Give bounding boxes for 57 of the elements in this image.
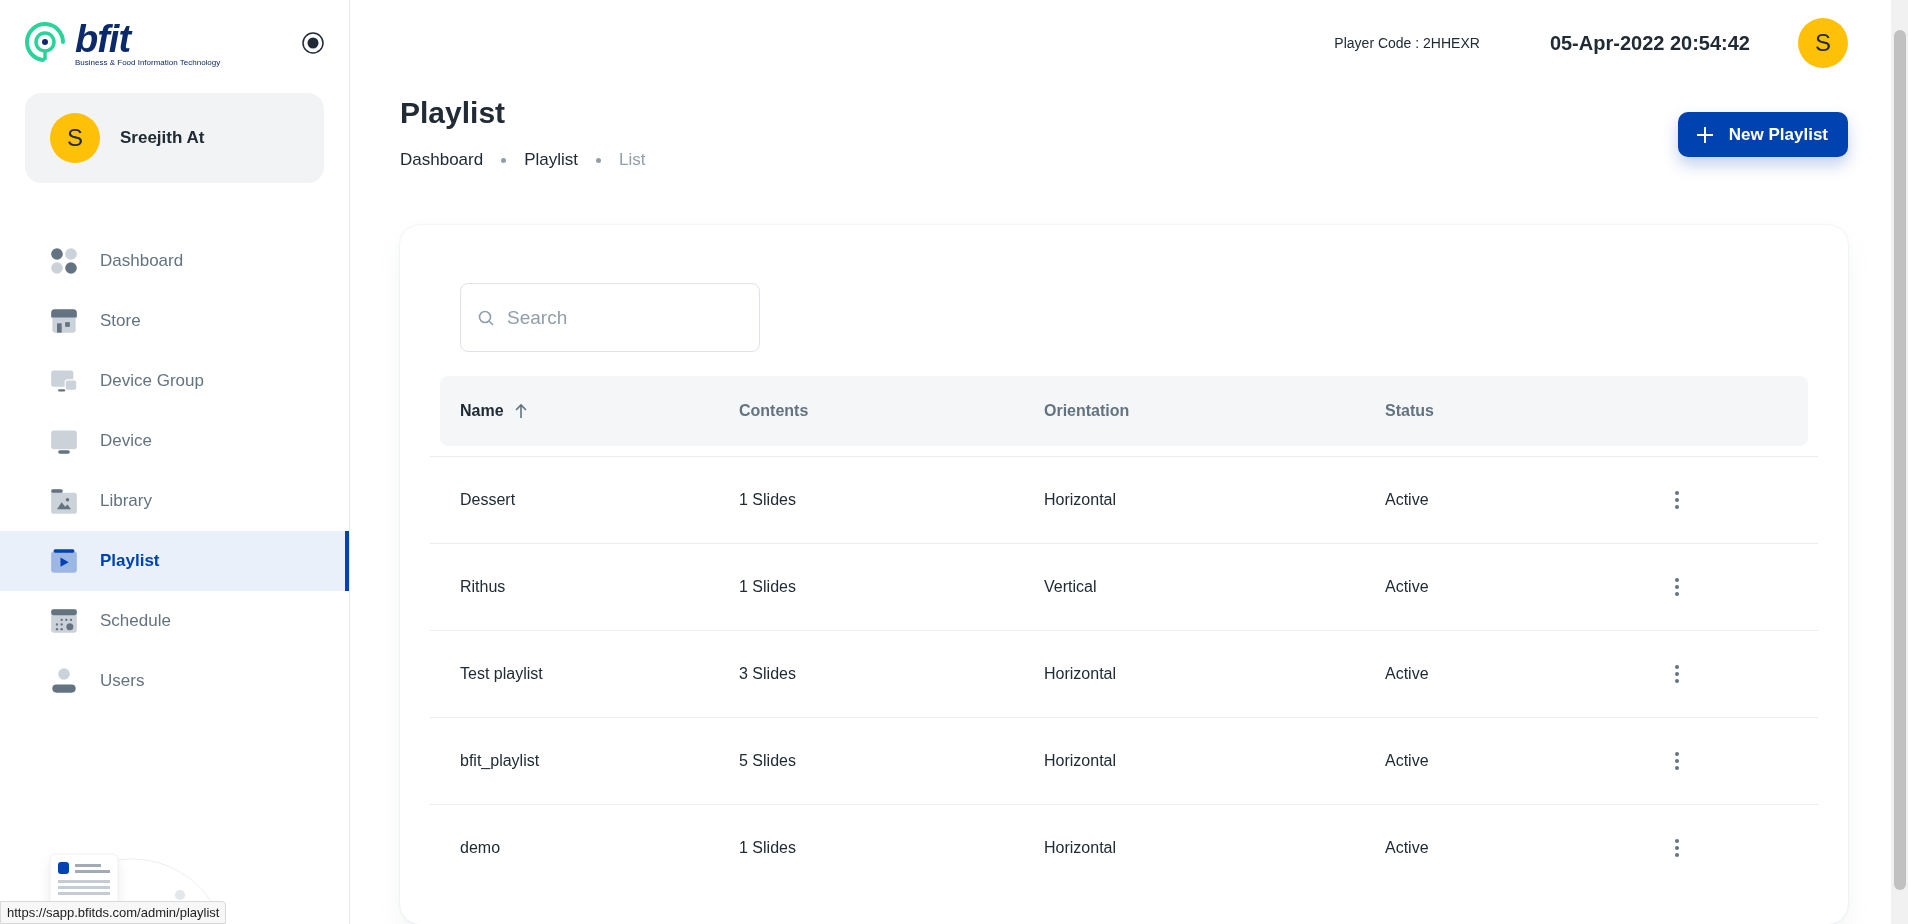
logo-text: bfit	[75, 19, 134, 58]
sidebar-item[interactable]: Schedule	[0, 591, 349, 651]
table-cell-text: Rithus	[460, 578, 507, 596]
table-cell-text: Horizontal	[1044, 839, 1118, 857]
table-cell-text: Vertical	[1044, 578, 1098, 596]
table-cell-text: Active	[1385, 839, 1430, 857]
avatar[interactable]: S	[1798, 18, 1848, 68]
table-cell-text: Active	[1385, 491, 1430, 509]
table-cell-text: 1 Slides	[739, 491, 797, 509]
breadcrumb-item: List	[619, 150, 646, 170]
table-cell-text: bfit_playlist	[460, 752, 541, 770]
table-cell-text: Active	[1385, 665, 1430, 683]
sidebar-item[interactable]: Dashboard	[0, 231, 349, 291]
sidebar-item[interactable]: Store	[0, 291, 349, 351]
table-cell-text: Active	[1385, 752, 1430, 770]
table-cell-text: Active	[1385, 578, 1430, 596]
avatar: S	[50, 113, 100, 163]
table-cell-text: Dessert	[460, 491, 517, 509]
table-cell-text: 1 Slides	[739, 578, 797, 596]
schedule-icon	[50, 607, 78, 635]
date-time: 05-Apr-2022 20:54:42	[1549, 31, 1750, 55]
sidebar-item[interactable]: Device	[0, 411, 349, 471]
search-icon	[478, 310, 494, 326]
table-cell-text: demo	[460, 839, 502, 857]
table-cell-text: Horizontal	[1044, 491, 1118, 509]
logo-tagline: Business & Food Information Technology	[75, 57, 221, 67]
sort-arrow-icon	[513, 403, 528, 419]
table-cell-text: Horizontal	[1044, 665, 1118, 683]
user-name: Sreejith At	[120, 128, 205, 148]
table-cell-text: Horizontal	[1044, 752, 1118, 770]
table-cell-text: 1 Slides	[739, 839, 797, 857]
scrollbar[interactable]	[1891, 0, 1908, 924]
users-icon	[50, 667, 78, 695]
column-header[interactable]: Contents	[739, 402, 1044, 420]
sidebar-item[interactable]: Library	[0, 471, 349, 531]
column-header[interactable]: Status	[1385, 402, 1808, 420]
player-code: Player Code : 2HHEXR	[1334, 35, 1480, 51]
plus-icon	[1695, 125, 1714, 144]
library-icon	[50, 487, 78, 515]
dashboard-icon	[50, 247, 78, 275]
store-icon	[50, 307, 78, 335]
breadcrumb-item[interactable]: Playlist	[524, 150, 579, 170]
sidebar-item[interactable]: Device Group	[0, 351, 349, 411]
new-playlist-button[interactable]: New Playlist	[1677, 112, 1848, 157]
column-header[interactable]: Orientation	[1044, 402, 1385, 420]
table-cell-text: 3 Slides	[739, 665, 797, 683]
sidebar-item[interactable]: Users	[0, 651, 349, 711]
search-field[interactable]: Search	[460, 283, 760, 352]
table-cell-text: 5 Slides	[739, 752, 797, 770]
column-header[interactable]: Name	[460, 402, 739, 420]
page-title: Playlist	[400, 96, 507, 130]
breadcrumb-item[interactable]: Dashboard	[400, 150, 484, 170]
sidebar-item[interactable]: Playlist	[0, 531, 349, 591]
status-url: https://sapp.bfitds.com/admin/playlist	[0, 901, 227, 924]
table-cell-text: Test playlist	[460, 665, 544, 683]
playlist-icon	[50, 547, 78, 575]
sidebar-toggle-icon[interactable]	[301, 31, 325, 55]
